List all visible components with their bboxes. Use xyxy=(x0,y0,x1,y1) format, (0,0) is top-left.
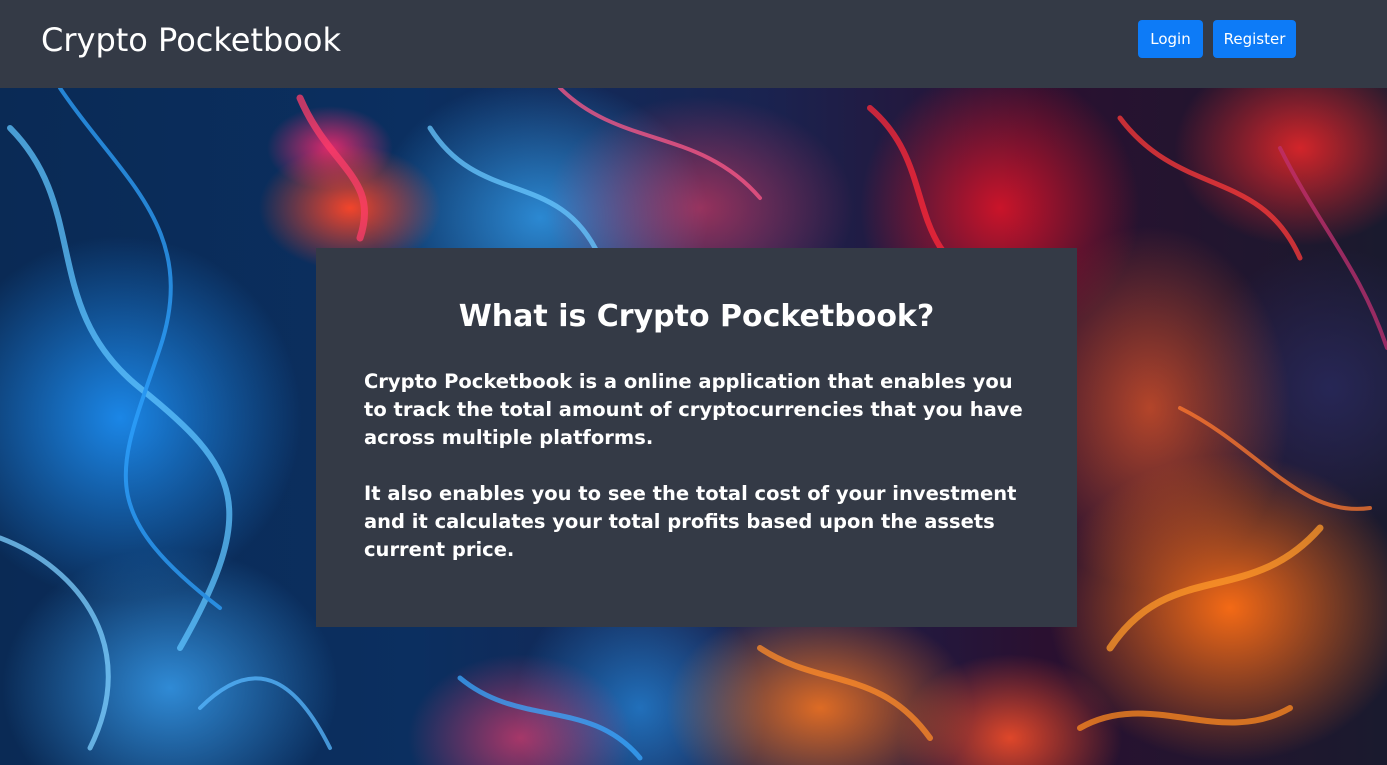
login-button[interactable]: Login xyxy=(1138,20,1203,58)
top-navbar: Crypto Pocketbook Login Register xyxy=(0,0,1387,88)
register-button[interactable]: Register xyxy=(1213,20,1296,58)
about-paragraph-1: Crypto Pocketbook is a online applicatio… xyxy=(364,370,1023,449)
about-card: What is Crypto Pocketbook? Crypto Pocket… xyxy=(316,248,1077,627)
hero-background-image: What is Crypto Pocketbook? Crypto Pocket… xyxy=(0,88,1387,765)
brand-logo-text[interactable]: Crypto Pocketbook xyxy=(41,20,341,60)
about-paragraph-2: It also enables you to see the total cos… xyxy=(364,482,1017,561)
about-card-title: What is Crypto Pocketbook? xyxy=(458,299,935,334)
